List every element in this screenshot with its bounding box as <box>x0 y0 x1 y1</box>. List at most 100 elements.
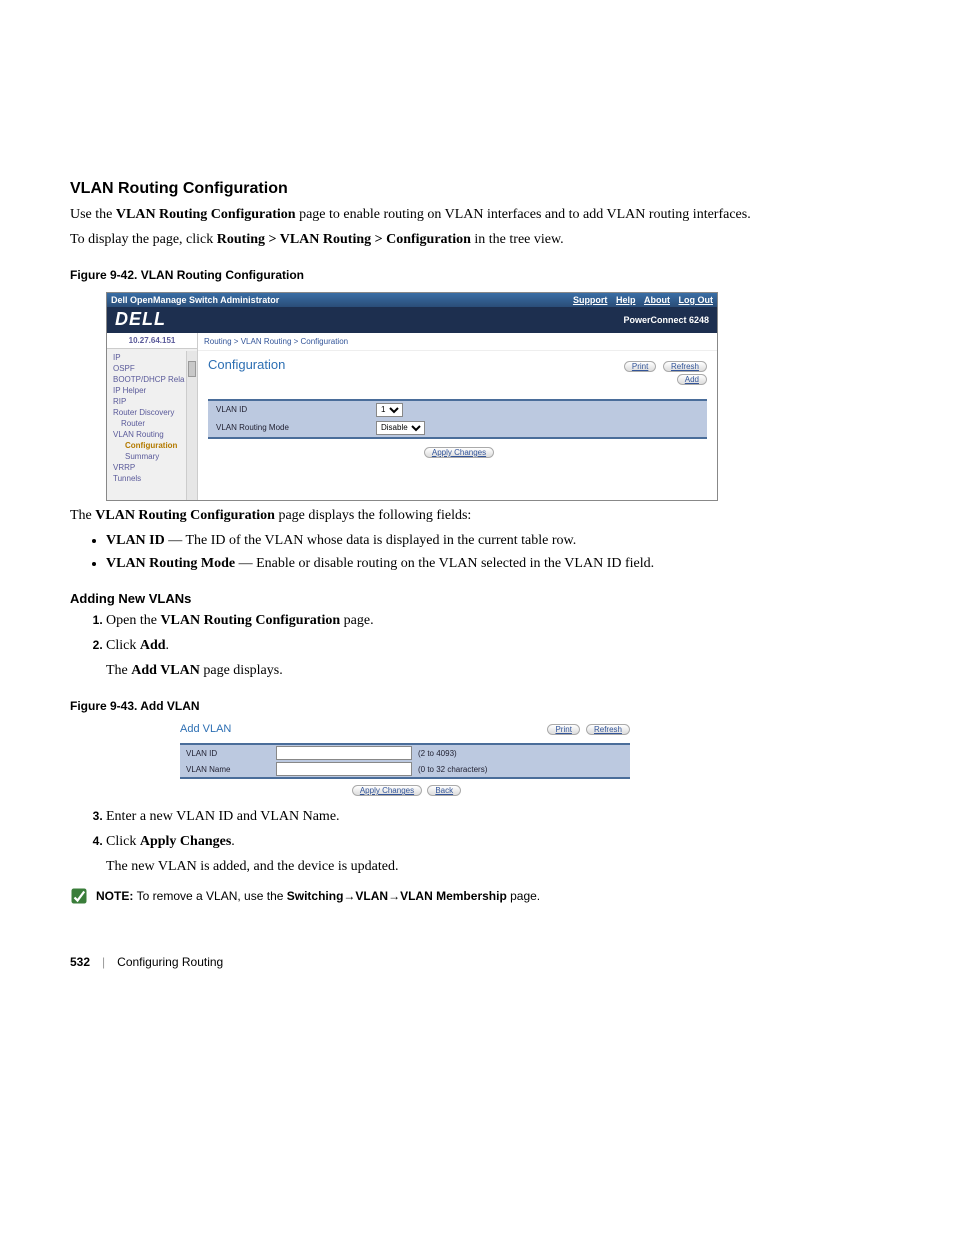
text: . <box>231 834 235 849</box>
tree-item[interactable]: IP <box>113 352 195 363</box>
tree-item[interactable]: BOOTP/DHCP Rela <box>113 374 195 385</box>
term: Add <box>140 638 166 653</box>
routing-mode-select[interactable]: Disable <box>376 421 425 435</box>
vlan-id-select[interactable]: 1 <box>376 403 403 417</box>
tree-item[interactable]: RIP <box>113 396 195 407</box>
tree-item[interactable]: Router Discovery <box>113 407 195 418</box>
tree-item[interactable]: Summary <box>113 451 195 462</box>
tree-item[interactable]: VLAN Routing <box>113 429 195 440</box>
field-label: VLAN ID <box>186 749 276 758</box>
arrow-icon: → <box>343 889 355 903</box>
refresh-button[interactable]: Refresh <box>663 361 707 372</box>
breadcrumb: Routing > VLAN Routing > Configuration <box>198 333 717 351</box>
sidebar: 10.27.64.151 IP OSPF BOOTP/DHCP Rela IP … <box>107 333 198 500</box>
text: page to enable routing on VLAN interface… <box>296 207 751 222</box>
text: Use the <box>70 207 116 222</box>
tree-item[interactable]: IP Helper <box>113 385 195 396</box>
sidebar-scrollbar[interactable] <box>186 351 197 500</box>
text: page. <box>507 889 540 903</box>
page-title-row: Configuration Print Refresh <box>208 357 707 372</box>
intro-para-1: Use the VLAN Routing Configuration page … <box>70 206 884 225</box>
step-1: Open the VLAN Routing Configuration page… <box>106 612 884 631</box>
apply-changes-button[interactable]: Apply Changes <box>352 785 422 796</box>
tree-item[interactable]: OSPF <box>113 363 195 374</box>
field-hint: (2 to 4093) <box>418 749 457 758</box>
text: Click <box>106 834 140 849</box>
figure-caption-1: Figure 9-42. VLAN Routing Configuration <box>70 268 884 282</box>
tree-item[interactable]: VRRP <box>113 462 195 473</box>
apply-row: Apply Changes <box>208 439 707 460</box>
vlan-id-input[interactable] <box>276 746 412 760</box>
apply-changes-button[interactable]: Apply Changes <box>424 447 494 458</box>
list-item: VLAN Routing Mode — Enable or disable ro… <box>106 555 884 574</box>
term: VLAN Membership <box>400 889 507 903</box>
content-pane: Routing > VLAN Routing > Configuration C… <box>198 333 717 500</box>
tree-item-selected[interactable]: Configuration <box>113 440 195 451</box>
field-label: VLAN Routing Mode <box>216 423 376 432</box>
procedure-steps: Open the VLAN Routing Configuration page… <box>106 612 884 681</box>
procedure-steps-cont: Enter a new VLAN ID and VLAN Name. Click… <box>106 808 884 877</box>
field-label: VLAN ID <box>216 405 376 414</box>
term: VLAN Routing Configuration <box>95 508 275 523</box>
back-button[interactable]: Back <box>427 785 461 796</box>
tree-item[interactable]: Router <box>113 418 195 429</box>
step-2: Click Add. The Add VLAN page displays. <box>106 637 884 681</box>
window-title: Dell OpenManage Switch Administrator <box>111 295 279 305</box>
logout-link[interactable]: Log Out <box>679 295 714 305</box>
support-link[interactable]: Support <box>573 295 608 305</box>
tree-item[interactable]: Tunnels <box>113 473 195 484</box>
config-form: VLAN ID 1 VLAN Routing Mode Disable <box>208 399 707 439</box>
text: — Enable or disable routing on the VLAN … <box>235 556 654 571</box>
refresh-button[interactable]: Refresh <box>586 724 630 735</box>
text: Enter a new VLAN ID and VLAN Name. <box>106 809 340 824</box>
scrollbar-thumb[interactable] <box>188 361 196 377</box>
page-title: Configuration <box>208 357 285 372</box>
term: VLAN ID <box>106 533 165 548</box>
figure-caption-2: Figure 9-43. Add VLAN <box>70 699 884 713</box>
about-link[interactable]: About <box>644 295 670 305</box>
step-2-result: The Add VLAN page displays. <box>106 662 884 681</box>
footer-separator: | <box>102 955 105 969</box>
page-number: 532 <box>70 955 90 969</box>
term: VLAN Routing Configuration <box>160 613 340 628</box>
add-vlan-buttons: Apply Changes Back <box>180 779 630 802</box>
text: — The ID of the VLAN whose data is displ… <box>165 533 576 548</box>
subheading-adding-vlans: Adding New VLANs <box>70 591 884 606</box>
print-button[interactable]: Print <box>624 361 656 372</box>
topnav-links: Support Help About Log Out <box>567 295 713 305</box>
note-label: NOTE: <box>96 889 137 903</box>
text: . <box>166 638 170 653</box>
term: Add VLAN <box>131 663 200 678</box>
text: page. <box>340 613 373 628</box>
add-button[interactable]: Add <box>677 374 707 385</box>
action-row: Add <box>208 374 707 385</box>
vlan-name-input[interactable] <box>276 762 412 776</box>
note-text: NOTE: To remove a VLAN, use the Switchin… <box>96 889 540 903</box>
form-row-vlan-id: VLAN ID 1 <box>208 401 707 419</box>
text: The <box>106 663 131 678</box>
text: Open the <box>106 613 160 628</box>
text: To remove a VLAN, use the <box>137 889 287 903</box>
field-label: VLAN Name <box>186 765 276 774</box>
text: in the tree view. <box>471 232 564 247</box>
form-row-routing-mode: VLAN Routing Mode Disable <box>208 419 707 437</box>
form-row-vlan-name: VLAN Name (0 to 32 characters) <box>180 761 630 777</box>
arrow-icon: → <box>388 889 400 903</box>
term: Switching <box>287 889 344 903</box>
section-heading: VLAN Routing Configuration <box>70 180 884 198</box>
device-model: PowerConnect 6248 <box>623 315 709 325</box>
page-title: Add VLAN <box>180 723 231 735</box>
screenshot-add-vlan: Add VLAN Print Refresh VLAN ID (2 to 409… <box>180 723 630 802</box>
term: VLAN <box>355 889 388 903</box>
text: page displays the following fields: <box>275 508 471 523</box>
note-icon <box>70 887 88 905</box>
text: page displays. <box>200 663 283 678</box>
intro-para-2: To display the page, click Routing > VLA… <box>70 231 884 250</box>
screenshot-vlan-config: Dell OpenManage Switch Administrator Sup… <box>106 292 718 501</box>
navpath: Routing > VLAN Routing > Configuration <box>217 232 471 247</box>
field-list: VLAN ID — The ID of the VLAN whose data … <box>106 532 884 574</box>
print-button[interactable]: Print <box>547 724 579 735</box>
term: VLAN Routing Configuration <box>116 207 296 222</box>
nav-tree[interactable]: IP OSPF BOOTP/DHCP Rela IP Helper RIP Ro… <box>107 349 197 500</box>
help-link[interactable]: Help <box>616 295 636 305</box>
